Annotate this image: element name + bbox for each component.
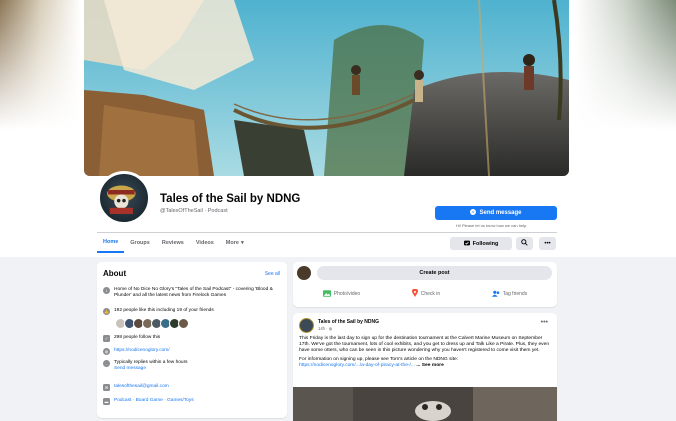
about-reply-time: … Typically replies within a few hours S… (103, 360, 188, 372)
about-description: i Home of No Dice No Glory's "Tales of t… (103, 287, 281, 299)
about-likes: 👍 192 people like this including 19 of y… (103, 308, 214, 315)
post-author-avatar[interactable] (299, 318, 314, 333)
page-avatar[interactable] (97, 171, 151, 225)
search-icon (521, 239, 528, 248)
about-card: About See all i Home of No Dice No Glory… (97, 262, 287, 418)
send-message-button[interactable]: Send message (435, 206, 557, 220)
page-handle: @TalesOfTheSail · Podcast (160, 208, 228, 214)
photo-video-button[interactable]: Photo/video (322, 289, 360, 299)
post-options-button[interactable]: ••• (541, 319, 548, 326)
page-tabs: Home Groups Reviews Videos More ▾ (97, 237, 250, 253)
create-post-card: Create post Photo/video Check in Tag fri… (293, 262, 557, 307)
send-message-hint: Hi! Please let us know how we can help. (456, 223, 528, 228)
messenger-icon (470, 209, 477, 217)
about-email[interactable]: ✉ talesofthesail@gmail.com (103, 384, 169, 391)
cover-photo[interactable] (84, 0, 569, 176)
profile-header: Tales of the Sail by NDNG @TalesOfTheSai… (0, 0, 676, 257)
post-timestamp[interactable]: 14h · ◍ (318, 326, 332, 331)
see-all-link[interactable]: See all (265, 271, 280, 277)
tag-friends-button[interactable]: Tag friends (491, 289, 527, 299)
post-body: This Friday is the last day to sign up f… (299, 336, 550, 368)
about-title: About (103, 269, 127, 278)
cover-art (84, 0, 569, 176)
more-options-button[interactable]: ••• (539, 237, 556, 250)
post-photo-art (293, 387, 557, 421)
globe-icon: ◍ (103, 348, 110, 355)
tab-more[interactable]: More ▾ (220, 237, 250, 253)
tab-groups[interactable]: Groups (124, 237, 156, 253)
tab-home[interactable]: Home (97, 237, 125, 253)
photo-icon (322, 289, 331, 299)
more-dots-icon: ••• (540, 319, 548, 326)
following-check-icon (463, 240, 470, 248)
send-message-label: Send message (479, 210, 522, 216)
skull-logo-icon (107, 185, 136, 214)
tab-reviews[interactable]: Reviews (156, 237, 190, 253)
avatar[interactable] (178, 318, 189, 329)
post-author-name[interactable]: Tales of the Sail by NDNG (318, 319, 379, 325)
caret-down-icon: ▾ (240, 240, 244, 246)
about-category[interactable]: ▬ Podcast · Board Game · Games/Toys (103, 398, 194, 405)
thumbs-up-icon: 👍 (103, 308, 110, 315)
following-label: Following (472, 240, 499, 247)
feed-post: Tales of the Sail by NDNG 14h · ◍ ••• Th… (293, 313, 557, 421)
avatar[interactable] (297, 266, 311, 280)
about-follows: ✓ 298 people follow this (103, 335, 161, 342)
post-link[interactable]: https://nodicenoglory.com/.../a-day-of-p… (299, 363, 415, 368)
header-divider (97, 232, 557, 233)
globe-icon: ◍ (328, 326, 333, 331)
chat-bubble-icon: … (103, 360, 110, 367)
folder-icon: ▬ (103, 398, 110, 405)
about-website[interactable]: ◍ https://nodicenoglory.com/ (103, 348, 170, 355)
page-title: Tales of the Sail by NDNG (160, 193, 301, 205)
friend-avatars[interactable] (115, 318, 189, 329)
see-more-link[interactable]: ... See more (416, 363, 443, 368)
check-in-button[interactable]: Check in (411, 288, 440, 299)
location-pin-icon (411, 288, 418, 299)
follow-check-icon: ✓ (103, 335, 110, 342)
search-button[interactable] (516, 237, 533, 250)
following-button[interactable]: Following (450, 237, 512, 250)
more-dots-icon: ••• (544, 240, 551, 247)
about-send-message-link[interactable]: Send message (114, 366, 188, 372)
tag-people-icon (491, 290, 500, 299)
create-post-actions: Photo/video Check in Tag friends (297, 288, 553, 299)
tab-videos[interactable]: Videos (190, 237, 220, 253)
post-image[interactable] (293, 387, 557, 421)
create-post-button[interactable]: Create post (317, 266, 552, 280)
info-icon: i (103, 287, 110, 294)
envelope-icon: ✉ (103, 384, 110, 391)
